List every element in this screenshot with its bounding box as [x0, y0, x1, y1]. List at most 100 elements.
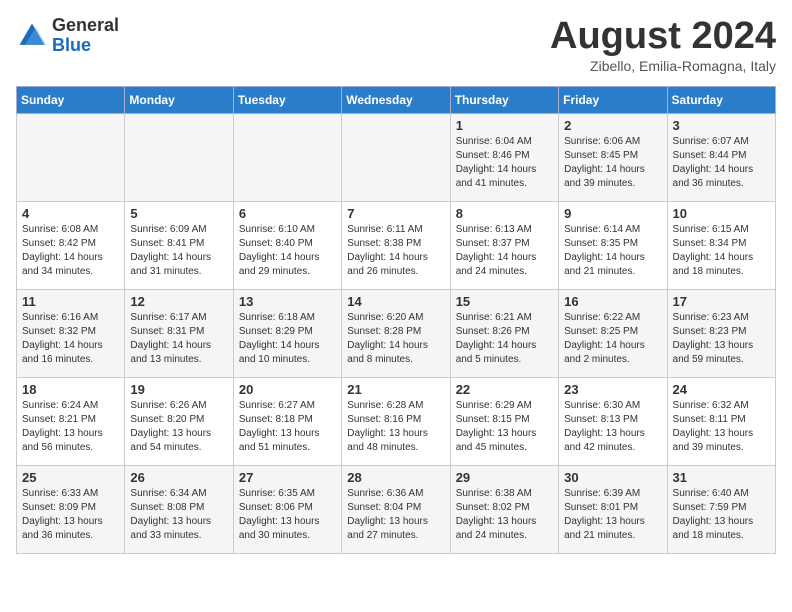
- calendar-cell: 6 Sunrise: 6:10 AM Sunset: 8:40 PM Daylig…: [233, 201, 341, 289]
- calendar-cell: 18 Sunrise: 6:24 AM Sunset: 8:21 PM Dayli…: [17, 377, 125, 465]
- logo-general: General: [52, 15, 119, 35]
- calendar-cell: [233, 113, 341, 201]
- calendar-cell: 9 Sunrise: 6:14 AM Sunset: 8:35 PM Daylig…: [559, 201, 667, 289]
- calendar-cell: 23 Sunrise: 6:30 AM Sunset: 8:13 PM Dayli…: [559, 377, 667, 465]
- day-info: Sunrise: 6:21 AM Sunset: 8:26 PM Dayligh…: [456, 311, 553, 367]
- weekday-header-friday: Friday: [559, 86, 667, 113]
- calendar-cell: 28 Sunrise: 6:36 AM Sunset: 8:04 PM Dayli…: [342, 465, 450, 553]
- day-info: Sunrise: 6:10 AM Sunset: 8:40 PM Dayligh…: [239, 223, 336, 279]
- weekday-header-tuesday: Tuesday: [233, 86, 341, 113]
- logo-text: General Blue: [52, 16, 119, 56]
- logo: General Blue: [16, 16, 119, 56]
- day-info: Sunrise: 6:23 AM Sunset: 8:23 PM Dayligh…: [673, 311, 770, 367]
- day-info: Sunrise: 6:36 AM Sunset: 8:04 PM Dayligh…: [347, 487, 444, 543]
- day-number: 14: [347, 294, 444, 309]
- calendar-cell: 20 Sunrise: 6:27 AM Sunset: 8:18 PM Dayli…: [233, 377, 341, 465]
- weekday-header-monday: Monday: [125, 86, 233, 113]
- day-info: Sunrise: 6:27 AM Sunset: 8:18 PM Dayligh…: [239, 399, 336, 455]
- day-info: Sunrise: 6:24 AM Sunset: 8:21 PM Dayligh…: [22, 399, 119, 455]
- title-block: August 2024 Zibello, Emilia-Romagna, Ita…: [550, 16, 776, 74]
- day-info: Sunrise: 6:39 AM Sunset: 8:01 PM Dayligh…: [564, 487, 661, 543]
- calendar-cell: 30 Sunrise: 6:39 AM Sunset: 8:01 PM Dayli…: [559, 465, 667, 553]
- day-info: Sunrise: 6:13 AM Sunset: 8:37 PM Dayligh…: [456, 223, 553, 279]
- weekday-header-saturday: Saturday: [667, 86, 775, 113]
- calendar-cell: 3 Sunrise: 6:07 AM Sunset: 8:44 PM Daylig…: [667, 113, 775, 201]
- calendar-cell: 10 Sunrise: 6:15 AM Sunset: 8:34 PM Dayli…: [667, 201, 775, 289]
- day-info: Sunrise: 6:34 AM Sunset: 8:08 PM Dayligh…: [130, 487, 227, 543]
- day-info: Sunrise: 6:20 AM Sunset: 8:28 PM Dayligh…: [347, 311, 444, 367]
- day-number: 22: [456, 382, 553, 397]
- day-number: 18: [22, 382, 119, 397]
- day-info: Sunrise: 6:28 AM Sunset: 8:16 PM Dayligh…: [347, 399, 444, 455]
- day-number: 20: [239, 382, 336, 397]
- page-header: General Blue August 2024 Zibello, Emilia…: [16, 16, 776, 74]
- day-info: Sunrise: 6:38 AM Sunset: 8:02 PM Dayligh…: [456, 487, 553, 543]
- calendar-cell: 13 Sunrise: 6:18 AM Sunset: 8:29 PM Dayli…: [233, 289, 341, 377]
- day-number: 29: [456, 470, 553, 485]
- location: Zibello, Emilia-Romagna, Italy: [550, 58, 776, 74]
- calendar-cell: 15 Sunrise: 6:21 AM Sunset: 8:26 PM Dayli…: [450, 289, 558, 377]
- weekday-header-sunday: Sunday: [17, 86, 125, 113]
- calendar-cell: 11Sunrise: 6:16 AM Sunset: 8:32 PM Dayli…: [17, 289, 125, 377]
- day-number: 13: [239, 294, 336, 309]
- calendar-cell: [125, 113, 233, 201]
- day-number: 25: [22, 470, 119, 485]
- calendar-cell: 17 Sunrise: 6:23 AM Sunset: 8:23 PM Dayli…: [667, 289, 775, 377]
- day-number: 26: [130, 470, 227, 485]
- week-row-4: 18 Sunrise: 6:24 AM Sunset: 8:21 PM Dayli…: [17, 377, 776, 465]
- day-number: 6: [239, 206, 336, 221]
- calendar-cell: [342, 113, 450, 201]
- day-number: 28: [347, 470, 444, 485]
- day-info: Sunrise: 6:33 AM Sunset: 8:09 PM Dayligh…: [22, 487, 119, 543]
- day-info: Sunrise: 6:09 AM Sunset: 8:41 PM Dayligh…: [130, 223, 227, 279]
- day-number: 30: [564, 470, 661, 485]
- day-number: 5: [130, 206, 227, 221]
- calendar-cell: 29 Sunrise: 6:38 AM Sunset: 8:02 PM Dayli…: [450, 465, 558, 553]
- calendar-cell: 12Sunrise: 6:17 AM Sunset: 8:31 PM Dayli…: [125, 289, 233, 377]
- day-info: Sunrise: 6:18 AM Sunset: 8:29 PM Dayligh…: [239, 311, 336, 367]
- calendar-cell: 31 Sunrise: 6:40 AM Sunset: 7:59 PM Dayli…: [667, 465, 775, 553]
- day-number: 17: [673, 294, 770, 309]
- calendar-cell: 4 Sunrise: 6:08 AM Sunset: 8:42 PM Daylig…: [17, 201, 125, 289]
- day-info: Sunrise: 6:30 AM Sunset: 8:13 PM Dayligh…: [564, 399, 661, 455]
- day-info: Sunrise: 6:40 AM Sunset: 7:59 PM Dayligh…: [673, 487, 770, 543]
- calendar-cell: 27 Sunrise: 6:35 AM Sunset: 8:06 PM Dayli…: [233, 465, 341, 553]
- week-row-1: 1Sunrise: 6:04 AM Sunset: 8:46 PM Daylig…: [17, 113, 776, 201]
- weekday-header-thursday: Thursday: [450, 86, 558, 113]
- day-info: Sunrise: 6:32 AM Sunset: 8:11 PM Dayligh…: [673, 399, 770, 455]
- day-info: Sunrise: 6:07 AM Sunset: 8:44 PM Dayligh…: [673, 135, 770, 191]
- day-info: Sunrise: 6:15 AM Sunset: 8:34 PM Dayligh…: [673, 223, 770, 279]
- day-info: Sunrise: 6:26 AM Sunset: 8:20 PM Dayligh…: [130, 399, 227, 455]
- day-number: 24: [673, 382, 770, 397]
- day-info: Sunrise: 6:16 AM Sunset: 8:32 PM Dayligh…: [22, 311, 119, 367]
- weekday-header-wednesday: Wednesday: [342, 86, 450, 113]
- calendar-cell: 5 Sunrise: 6:09 AM Sunset: 8:41 PM Daylig…: [125, 201, 233, 289]
- calendar-cell: 26 Sunrise: 6:34 AM Sunset: 8:08 PM Dayli…: [125, 465, 233, 553]
- day-info: Sunrise: 6:06 AM Sunset: 8:45 PM Dayligh…: [564, 135, 661, 191]
- day-number: 10: [673, 206, 770, 221]
- day-number: 3: [673, 118, 770, 133]
- day-info: Sunrise: 6:14 AM Sunset: 8:35 PM Dayligh…: [564, 223, 661, 279]
- day-info: Sunrise: 6:08 AM Sunset: 8:42 PM Dayligh…: [22, 223, 119, 279]
- day-number: 27: [239, 470, 336, 485]
- day-info: Sunrise: 6:35 AM Sunset: 8:06 PM Dayligh…: [239, 487, 336, 543]
- day-number: 23: [564, 382, 661, 397]
- week-row-3: 11Sunrise: 6:16 AM Sunset: 8:32 PM Dayli…: [17, 289, 776, 377]
- calendar-cell: 25 Sunrise: 6:33 AM Sunset: 8:09 PM Dayli…: [17, 465, 125, 553]
- calendar-cell: 24 Sunrise: 6:32 AM Sunset: 8:11 PM Dayli…: [667, 377, 775, 465]
- month-title: August 2024: [550, 16, 776, 58]
- day-number: 21: [347, 382, 444, 397]
- weekday-header-row: SundayMondayTuesdayWednesdayThursdayFrid…: [17, 86, 776, 113]
- calendar-cell: 22 Sunrise: 6:29 AM Sunset: 8:15 PM Dayli…: [450, 377, 558, 465]
- day-number: 4: [22, 206, 119, 221]
- day-number: 8: [456, 206, 553, 221]
- logo-icon: [16, 20, 48, 52]
- day-info: Sunrise: 6:17 AM Sunset: 8:31 PM Dayligh…: [130, 311, 227, 367]
- day-info: Sunrise: 6:29 AM Sunset: 8:15 PM Dayligh…: [456, 399, 553, 455]
- day-number: 9: [564, 206, 661, 221]
- calendar-cell: 1Sunrise: 6:04 AM Sunset: 8:46 PM Daylig…: [450, 113, 558, 201]
- day-number: 31: [673, 470, 770, 485]
- day-number: 15: [456, 294, 553, 309]
- calendar-cell: 8 Sunrise: 6:13 AM Sunset: 8:37 PM Daylig…: [450, 201, 558, 289]
- calendar-cell: 21 Sunrise: 6:28 AM Sunset: 8:16 PM Dayli…: [342, 377, 450, 465]
